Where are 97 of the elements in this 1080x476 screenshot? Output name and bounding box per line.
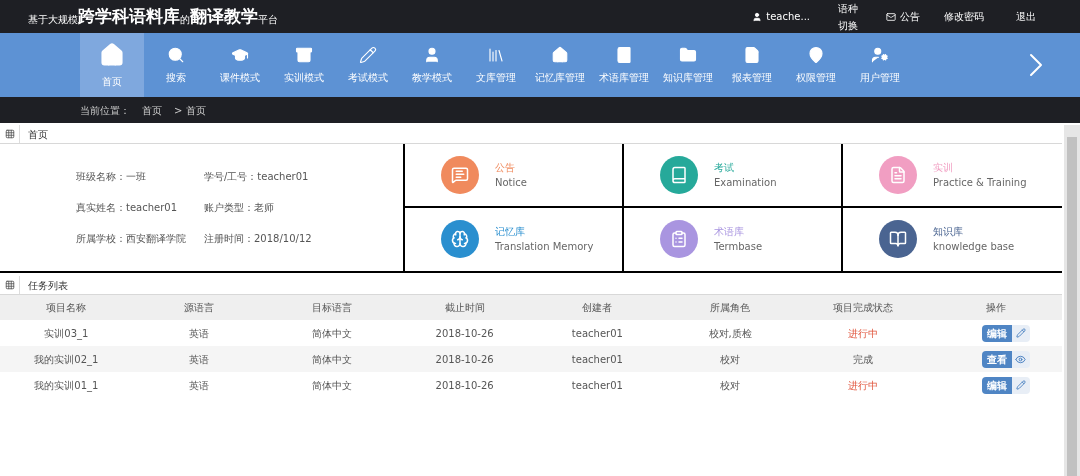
notice-link[interactable]: 公告 [900, 9, 920, 24]
table-cell-text: 2018-10-26 [434, 326, 495, 341]
breadcrumb-link[interactable]: 首页 [142, 102, 162, 118]
nav-item[interactable]: 实训模式 [272, 33, 336, 97]
table-cell-text: 英语 [188, 378, 211, 393]
table-cell-text: teacher01 [570, 326, 624, 341]
user-gear-icon [871, 45, 889, 64]
table-cell-text: 我的实训01_1 [33, 378, 100, 393]
tile-title: 知识库 [933, 225, 964, 240]
nav-item[interactable]: 权限管理 [784, 33, 848, 97]
table-cell-text: 我的实训02_1 [33, 352, 100, 367]
breadcrumb-link[interactable]: > 首页 [174, 102, 206, 118]
nav-item[interactable]: 报表管理 [720, 33, 784, 97]
module-tile[interactable]: 公告 Notice [405, 144, 624, 208]
scrollbar[interactable] [1064, 125, 1080, 476]
column-header: 项目名称 [45, 301, 88, 315]
table-cell-text: 简体中文 [310, 378, 353, 393]
grid-icon [4, 129, 15, 139]
document-icon [743, 45, 761, 64]
edit-button[interactable]: 编辑 [981, 324, 1012, 342]
view-button[interactable]: 查看 [981, 350, 1012, 368]
nav-item[interactable]: 考试模式 [336, 33, 400, 97]
module-tile[interactable]: 实训 Practice & Training [843, 144, 1062, 208]
column-header: 截止时间 [443, 301, 486, 315]
eye-icon [1015, 353, 1027, 365]
profile-field: 所属学校：西安翻译学院 [76, 231, 204, 246]
column-header: 所属角色 [709, 301, 752, 315]
column-header: 创建者 [581, 301, 614, 315]
profile-field: 真实姓名：teacher01 [76, 200, 204, 215]
profile-field: 账户类型：老师 [204, 200, 403, 215]
pencil-icon [1015, 380, 1026, 390]
table-cell-text: 英语 [188, 326, 211, 341]
tile-title: 记忆库 [495, 225, 526, 240]
table-cell-text: 简体中文 [310, 326, 353, 341]
platform-title: 基于大规模跨学科语料库的翻译教学平台 [28, 4, 278, 28]
edit-button[interactable]: 编辑 [981, 376, 1012, 394]
tile-subtitle: Examination [714, 175, 777, 190]
table-cell-text: 简体中文 [310, 352, 353, 367]
profile-field: 学号/工号：teacher01 [204, 169, 403, 184]
tile-subtitle: knowledge base [933, 240, 1015, 255]
nav-item[interactable]: 知识库管理 [656, 33, 720, 97]
nav-item[interactable]: 教学模式 [400, 33, 464, 97]
nav-item[interactable]: 课件模式 [208, 33, 272, 97]
profile-field: 班级名称：一班 [76, 169, 204, 184]
breadcrumb-label: 当前位置： [80, 103, 130, 118]
username-link[interactable]: teache... [766, 9, 810, 24]
tile-title: 实训 [933, 160, 954, 175]
grid-icon [4, 280, 15, 290]
status-cell-text: 进行中 [846, 378, 879, 393]
nav-item[interactable]: 搜索 [144, 33, 208, 97]
nav-item[interactable]: 用户管理 [848, 33, 912, 97]
table-cell-text: 校对 [719, 378, 742, 393]
house-icon [551, 45, 569, 64]
mail-icon [886, 11, 896, 22]
search-icon [167, 45, 185, 64]
table-cell-text: 2018-10-26 [434, 378, 495, 393]
panel-title: 首页 [27, 127, 48, 142]
table-cell-text: 实训03_1 [43, 326, 90, 341]
tile-subtitle: Translation Memory [495, 240, 594, 255]
status-cell-text: 进行中 [846, 326, 879, 341]
change-password-link[interactable]: 修改密码 [944, 9, 984, 24]
column-header: 源语言 [183, 301, 216, 315]
module-tile[interactable]: 术语库 Termbase [624, 207, 843, 271]
column-header: 操作 [984, 301, 1007, 315]
location-pin-icon [807, 45, 825, 64]
profile-field: 注册时间：2018/10/12 [204, 231, 403, 246]
table-cell-text: 校对 [719, 352, 742, 367]
table-cell-text: 英语 [188, 352, 211, 367]
tile-title: 考试 [714, 160, 735, 175]
column-header: 目标语言 [310, 301, 353, 315]
table-cell-text: 2018-10-26 [434, 352, 495, 367]
language-switch-link[interactable]: 语种切换 [834, 0, 862, 34]
user-icon [423, 45, 441, 64]
tile-subtitle: Practice & Training [933, 175, 1027, 190]
nav-item[interactable]: 文库管理 [464, 33, 528, 97]
tile-title: 术语库 [714, 225, 745, 240]
home-icon [99, 41, 125, 68]
table-cell-text: teacher01 [570, 378, 624, 393]
module-tile[interactable]: 考试 Examination [624, 144, 843, 208]
user-icon [752, 11, 763, 22]
column-header: 项目完成状态 [831, 301, 894, 315]
tile-title: 公告 [495, 160, 516, 175]
logout-link[interactable]: 退出 [1016, 9, 1036, 24]
tile-subtitle: Termbase [714, 240, 763, 255]
pencil-icon [359, 45, 377, 64]
folder-icon [679, 45, 697, 64]
nav-item[interactable]: 记忆库管理 [528, 33, 592, 97]
table-cell-text: teacher01 [570, 352, 624, 367]
table-cell-text: 校对,质检 [707, 326, 753, 341]
tile-subtitle: Notice [495, 175, 527, 190]
nav-item[interactable]: 术语库管理 [592, 33, 656, 97]
module-tile[interactable]: 记忆库 Translation Memory [405, 207, 624, 271]
nav-item[interactable]: 首页 [80, 33, 144, 97]
status-cell-text: 完成 [851, 352, 874, 367]
pencil-icon [1015, 328, 1026, 338]
panel-title: 任务列表 [27, 278, 68, 293]
module-tile[interactable]: 知识库 knowledge base [843, 207, 1062, 271]
